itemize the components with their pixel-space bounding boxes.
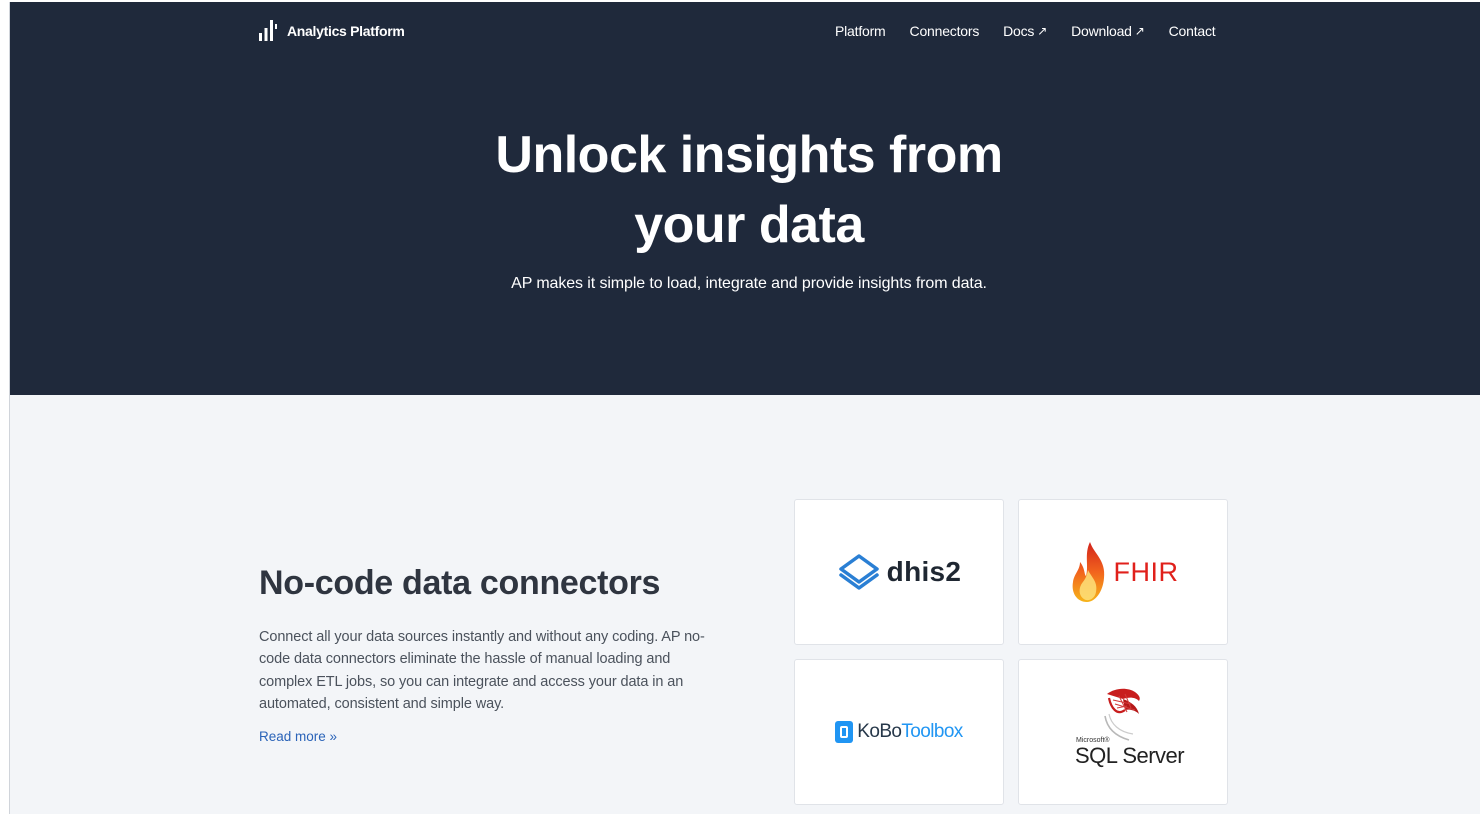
nav-contact[interactable]: Contact	[1169, 23, 1216, 39]
fhir-logo: FHIR	[1068, 540, 1179, 604]
hero-subtitle: AP makes it simple to load, integrate an…	[511, 275, 987, 292]
nav-download-label: Download	[1071, 23, 1132, 39]
nav-connectors-label: Connectors	[909, 23, 980, 39]
connector-card-sql-server: Microsoft® SQL Server	[1018, 659, 1228, 805]
nav-docs-label: Docs	[1003, 23, 1035, 39]
hero-title: Unlock insights from your data	[10, 120, 1480, 260]
fhir-wordmark: FHIR	[1113, 556, 1179, 587]
external-link-icon: ↗	[1037, 24, 1048, 38]
connectors-description: Connect all your data sources instantly …	[259, 629, 705, 712]
brand-name: Analytics Platform	[287, 23, 405, 39]
nav-contact-label: Contact	[1168, 23, 1216, 39]
dhis2-layers-icon	[838, 554, 879, 590]
kobotoolbox-logo: KoBo Toolbox	[835, 721, 963, 743]
hero-title-line2: your data	[634, 196, 864, 254]
main-nav: Platform Connectors Docs ↗ Download ↗ Cont…	[835, 23, 1216, 39]
flame-icon	[1072, 542, 1104, 602]
nav-download[interactable]: Download ↗	[1071, 23, 1145, 39]
bar-chart-icon	[259, 20, 277, 41]
connector-card-fhir: FHIR	[1018, 499, 1228, 645]
kobo-badge-icon	[835, 721, 854, 743]
page: Analytics Platform Platform Connectors D…	[9, 2, 1480, 814]
read-more-link[interactable]: Read more »	[259, 729, 337, 744]
sql-server-logo: Microsoft® SQL Server	[1063, 684, 1185, 780]
brand-link[interactable]: Analytics Platform	[258, 18, 405, 44]
hero-title-line1: Unlock insights from	[495, 126, 1003, 184]
sql-server-icon	[1104, 688, 1140, 741]
connector-card-kobotoolbox: KoBo Toolbox	[794, 659, 1004, 805]
nav-connectors[interactable]: Connectors	[910, 23, 980, 39]
connector-card-dhis2: dhis2	[794, 499, 1004, 645]
kobo-wordmark-b: Toolbox	[901, 721, 963, 742]
connectors-title: No-code data connectors	[259, 564, 661, 602]
kobo-wordmark-a: KoBo	[857, 721, 902, 742]
nav-docs[interactable]: Docs ↗	[1003, 23, 1047, 39]
hero-section: Analytics Platform Platform Connectors D…	[10, 2, 1480, 395]
sql-server-wordmark: SQL Server	[1075, 743, 1185, 768]
dhis2-logo: dhis2	[837, 553, 962, 591]
dhis2-wordmark: dhis2	[886, 556, 962, 587]
external-link-icon: ↗	[1134, 24, 1145, 38]
nav-platform[interactable]: Platform	[835, 23, 886, 39]
nav-platform-label: Platform	[835, 23, 886, 39]
